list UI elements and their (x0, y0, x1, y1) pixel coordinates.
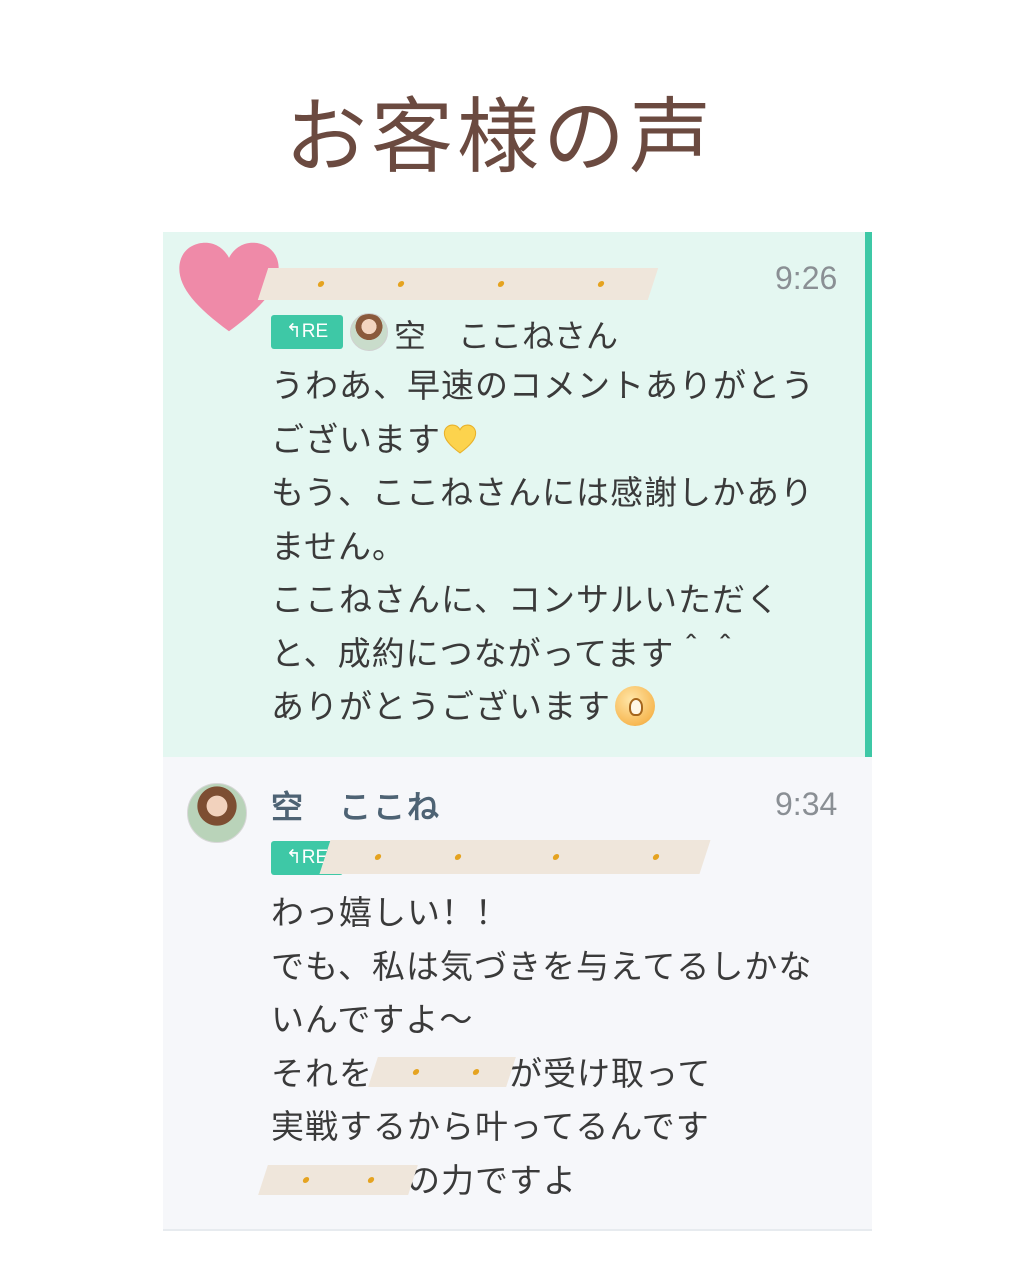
redaction-tape (368, 1057, 516, 1087)
text-line: それを が受け取って (271, 1053, 712, 1093)
reply-badge[interactable]: ↰RE (271, 315, 343, 349)
chat-thread: 9:26 ↰RE 空 ここねさん うわあ、早速のコメントありがとう ございますもう… (163, 232, 872, 1231)
yellow-heart-icon (443, 424, 477, 454)
text-line: でも、私は気づきを与えてるしかな (271, 946, 813, 986)
message-highlighted[interactable]: 9:26 ↰RE 空 ここねさん うわあ、早速のコメントありがとう ございますもう… (163, 232, 872, 757)
text-line: 実戦するから叶ってるんです (271, 1107, 710, 1146)
avatar[interactable] (187, 783, 247, 843)
redaction-tape (258, 1165, 418, 1195)
text-line: ありがとうございます (271, 680, 815, 734)
message-time: 9:34 (775, 786, 838, 822)
message-text: うわあ、早速のコメントありがとう ございますもう、ここねさんには感謝しかあり ません… (271, 359, 815, 734)
page-title: お客様の声 (284, 90, 715, 185)
sender-name[interactable]: 空 ここね (271, 782, 441, 828)
redaction-tape (319, 840, 711, 874)
text-line-content: ありがとうございます (271, 687, 611, 726)
reply-to-name: 空 ここねさん (394, 317, 619, 355)
text-line: ございます (271, 413, 815, 467)
text-line: もう、ここねさんには感謝しかあり (271, 473, 815, 512)
message-time: 9:26 (775, 260, 838, 296)
text-line: いんですよ〜 (271, 1000, 474, 1039)
text-line: ここねさんに、コンサルいただく (271, 580, 781, 619)
text-line-content: ございます (271, 419, 441, 459)
text-line: わっ嬉しい！！ (271, 893, 509, 932)
message-text: わっ嬉しい！！ でも、私は気づきを与えてるしかな いんですよ〜それを が受け取って実… (271, 886, 812, 1207)
text-line: と、成約につながってます＾＾ (271, 633, 743, 673)
text-line: うわあ、早速のコメントありがとう (271, 366, 815, 405)
reply-avatar (350, 313, 388, 351)
text-line: ません。 (271, 526, 407, 566)
redaction-tape (257, 268, 659, 300)
crying-face-icon (615, 686, 655, 726)
